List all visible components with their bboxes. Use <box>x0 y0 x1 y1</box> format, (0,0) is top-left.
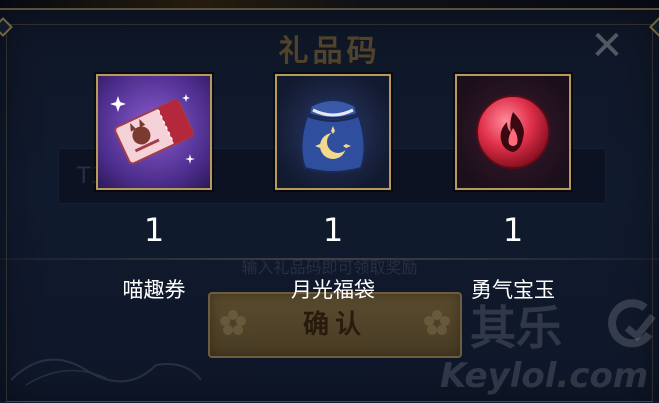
reward-item: 1 喵趣券 <box>96 74 212 302</box>
watermark-cn: 其乐 <box>470 301 562 355</box>
reward-icon-frame <box>455 74 571 190</box>
reward-name: 喵趣券 <box>122 278 186 302</box>
reward-quantity: 1 <box>322 211 344 249</box>
watermark-en: Keylol.com <box>440 356 649 396</box>
reward-quantity: 1 <box>143 211 165 249</box>
reward-icon-frame <box>96 74 212 190</box>
reward-item: 1 勇气宝玉 <box>455 74 571 302</box>
flame-orb-icon <box>476 95 550 169</box>
reward-icon-frame <box>275 74 391 190</box>
reward-item: 1 月光福袋 <box>275 74 391 302</box>
reward-name: 月光福袋 <box>291 278 375 302</box>
moon-pouch-icon <box>300 99 366 173</box>
watermark-logo-icon <box>608 299 656 348</box>
cat-ticket-icon <box>110 94 195 165</box>
reward-quantity: 1 <box>502 211 524 249</box>
